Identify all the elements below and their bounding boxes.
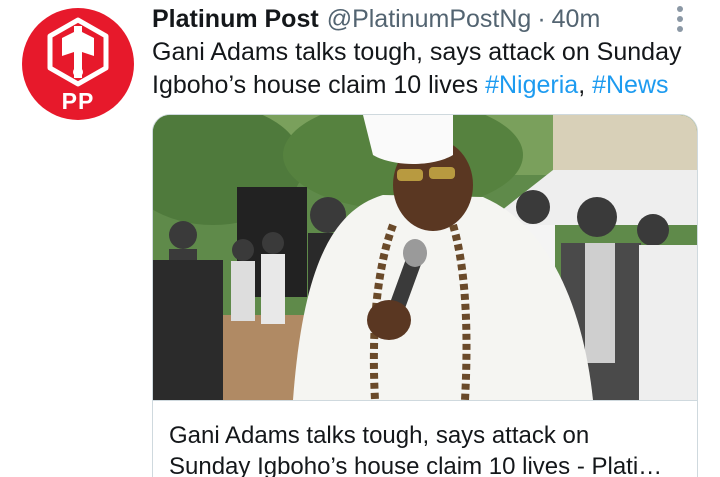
hashtag-nigeria[interactable]: #Nigeria <box>485 71 578 99</box>
menu-dot <box>677 26 683 32</box>
menu-dot <box>677 6 683 12</box>
more-vertical-icon[interactable] <box>668 4 692 38</box>
hashtag-comma: , <box>578 71 586 99</box>
link-card[interactable]: Gani Adams talks tough, says attack on S… <box>152 114 698 477</box>
display-name[interactable]: Platinum Post <box>152 5 319 33</box>
card-divider <box>153 400 697 401</box>
tweet-text-line-2: Igboho’s house claim 10 lives #Nigeria, … <box>152 69 712 102</box>
menu-dot <box>677 16 683 22</box>
tweet-header: Platinum Post @PlatinumPostNg · 40m <box>152 2 600 36</box>
card-title-line-2: Sunday Igboho’s house claim 10 lives - P… <box>169 453 663 477</box>
avatar-text: PP <box>61 88 95 114</box>
tweet-text-line-2-prefix: Igboho’s house claim 10 lives <box>152 71 486 99</box>
card-title[interactable]: Gani Adams talks tough, says attack on S… <box>169 420 679 477</box>
card-image[interactable] <box>153 115 697 400</box>
tweet[interactable]: PP Platinum Post @PlatinumPostNg · 40m Gani… <box>0 0 720 477</box>
timestamp[interactable]: 40m <box>552 5 601 33</box>
avatar[interactable]: PP <box>22 8 134 120</box>
news-photo <box>153 115 697 400</box>
tweet-text-line-1: Gani Adams talks tough, says attack on S… <box>152 38 682 66</box>
user-handle[interactable]: @PlatinumPostNg <box>327 5 532 33</box>
card-title-line-1: Gani Adams talks tough, says attack on <box>169 422 590 449</box>
hashtag-news[interactable]: #News <box>592 71 668 99</box>
separator-dot: · <box>537 5 546 33</box>
tweet-text: Gani Adams talks tough, says attack on S… <box>152 36 712 102</box>
